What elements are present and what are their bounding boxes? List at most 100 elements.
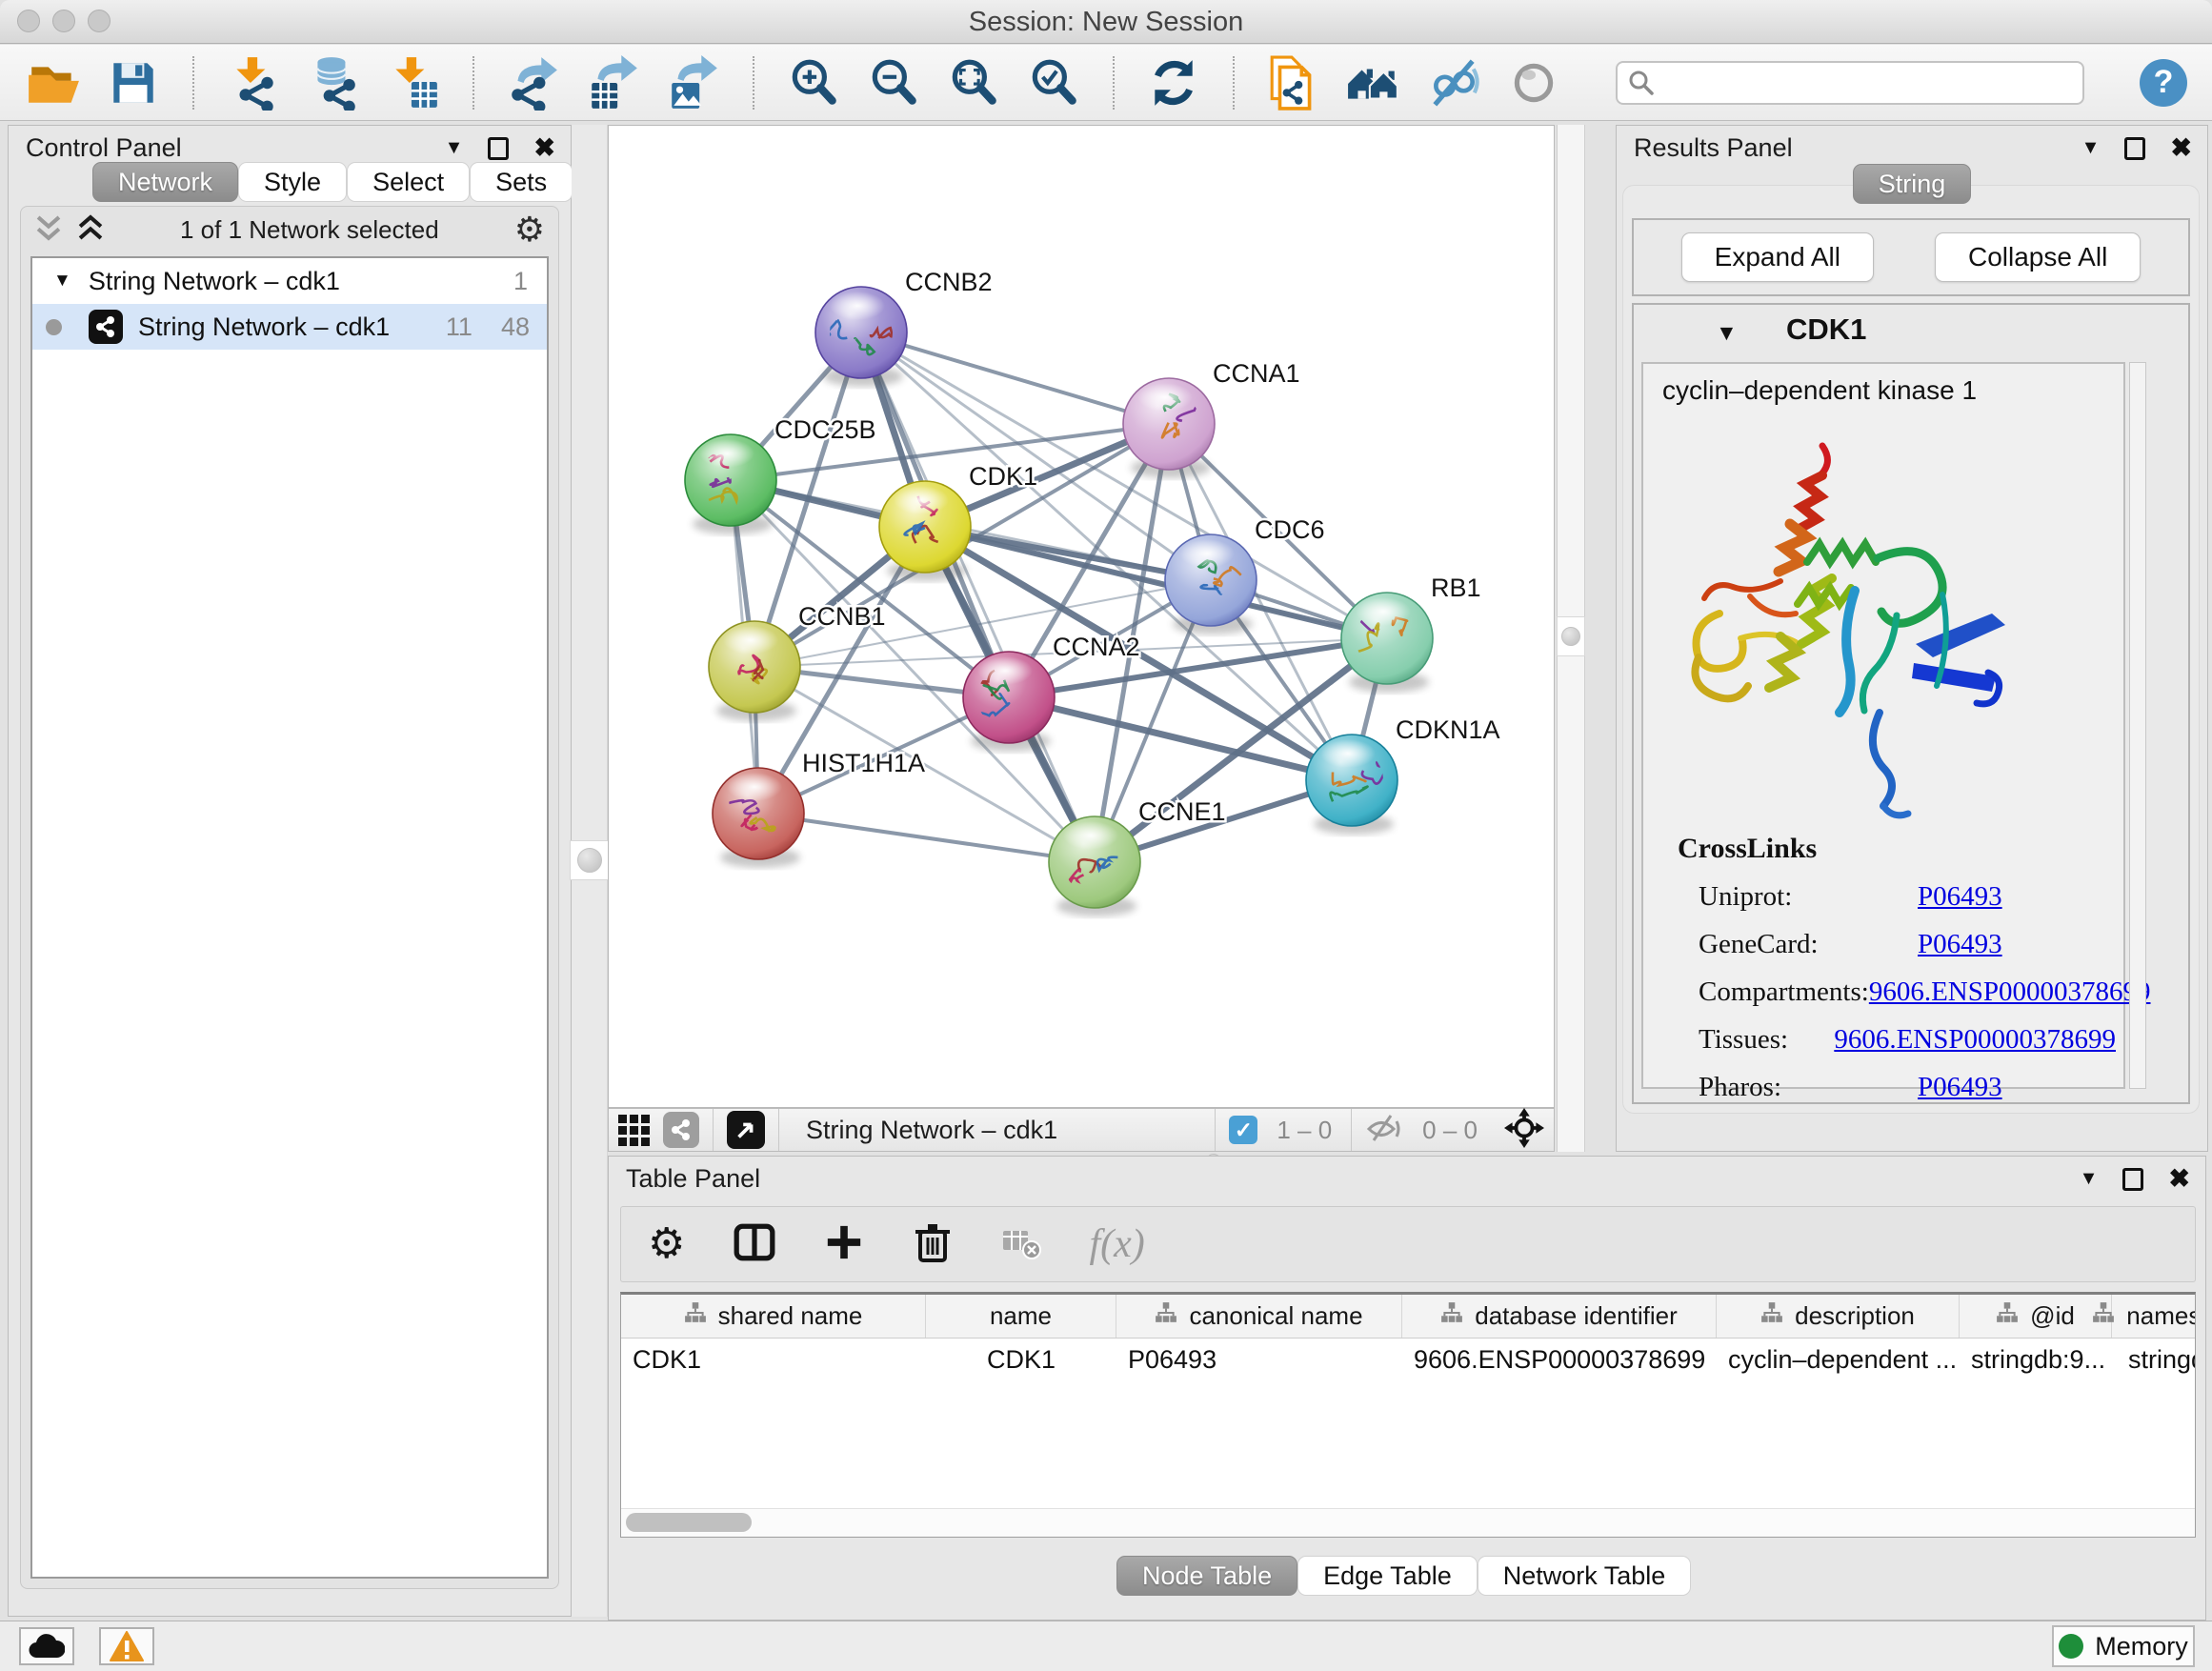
network-node-RB1[interactable]: [1334, 593, 1433, 693]
traffic-lights[interactable]: [17, 10, 111, 32]
expand-all-networks-icon[interactable]: [76, 213, 105, 247]
compartments-link[interactable]: 9606.ENSP00000378699: [1869, 976, 2151, 1008]
import-table-file-icon[interactable]: [385, 54, 442, 111]
scrollbar-thumb[interactable]: [626, 1513, 752, 1532]
tab-string[interactable]: String: [1853, 164, 1972, 204]
right-splitter-handle[interactable]: [1557, 616, 1585, 656]
expand-all-button[interactable]: Expand All: [1681, 232, 1874, 282]
refresh-icon[interactable]: [1145, 54, 1202, 111]
column-header-canonical-name[interactable]: canonical name: [1116, 1295, 1402, 1338]
memory-button[interactable]: Memory: [2052, 1625, 2195, 1667]
save-session-icon[interactable]: [105, 54, 162, 111]
results-scrollbar[interactable]: [2129, 362, 2146, 1089]
left-splitter-handle[interactable]: [570, 840, 610, 880]
show-columns-icon[interactable]: [733, 1220, 776, 1269]
table-horizontal-scrollbar[interactable]: [621, 1508, 2195, 1537]
automation-cloud-button[interactable]: [19, 1627, 74, 1665]
add-column-icon[interactable]: [824, 1222, 864, 1267]
right-splitter[interactable]: [1557, 125, 1585, 1152]
float-panel-icon[interactable]: [488, 137, 509, 160]
tree-expand-caret-icon[interactable]: ▼: [53, 271, 71, 292]
table-row[interactable]: CDK1CDK1P064939606.ENSP00000378699cyclin…: [621, 1339, 2195, 1380]
network-node-CDC25B[interactable]: [685, 434, 776, 534]
network-node-CCNB1[interactable]: [709, 621, 800, 721]
string-home-icon[interactable]: [1345, 54, 1402, 111]
import-network-database-icon[interactable]: [305, 54, 362, 111]
collapse-all-networks-icon[interactable]: [34, 213, 63, 247]
grid-view-icon[interactable]: [618, 1115, 650, 1146]
delete-table-icon[interactable]: [1001, 1223, 1041, 1266]
function-builder-icon[interactable]: f(x): [1089, 1221, 1144, 1267]
export-network-icon[interactable]: [505, 54, 562, 111]
column-header-name[interactable]: name: [926, 1295, 1116, 1338]
collapse-panel-icon[interactable]: ▼: [445, 137, 464, 159]
network-node-CDK1[interactable]: [879, 481, 971, 581]
pan-crosshair-icon[interactable]: [1504, 1108, 1544, 1153]
tab-sets[interactable]: Sets: [470, 162, 573, 202]
open-session-icon[interactable]: [25, 54, 82, 111]
network-node-CCNB2[interactable]: [815, 287, 907, 387]
close-panel-icon[interactable]: ✖: [2170, 133, 2192, 163]
network-row[interactable]: String Network – cdk1 11 48: [32, 304, 547, 350]
close-panel-icon[interactable]: ✖: [2168, 1164, 2190, 1194]
collapse-all-button[interactable]: Collapse All: [1935, 232, 2141, 282]
network-canvas[interactable]: CCNB2CCNA1CDC25BCDK1CDC6RB1CCNB1CCNA2CDK…: [608, 125, 1555, 1108]
minimize-window-button[interactable]: [52, 10, 75, 32]
close-panel-icon[interactable]: ✖: [533, 133, 555, 163]
column-header--id[interactable]: @id: [1960, 1295, 2112, 1338]
zoom-out-icon[interactable]: [865, 54, 922, 111]
network-node-CCNE1[interactable]: [1049, 816, 1140, 916]
tab-edge-table[interactable]: Edge Table: [1297, 1556, 1478, 1596]
export-image-icon[interactable]: [665, 54, 722, 111]
zoom-fit-icon[interactable]: [945, 54, 1002, 111]
import-network-file-icon[interactable]: [225, 54, 282, 111]
left-splitter[interactable]: [572, 125, 608, 1617]
tab-style[interactable]: Style: [238, 162, 347, 202]
network-node-CCNA1[interactable]: [1123, 378, 1215, 478]
network-node-CCNA2[interactable]: [963, 652, 1055, 752]
column-header-shared-name[interactable]: shared name: [621, 1295, 926, 1338]
zoom-in-icon[interactable]: [785, 54, 842, 111]
tab-network-table[interactable]: Network Table: [1478, 1556, 1692, 1596]
table-settings-gear-icon[interactable]: ⚙: [648, 1223, 685, 1265]
export-table-icon[interactable]: [585, 54, 642, 111]
delete-column-icon[interactable]: [912, 1221, 954, 1268]
string-view-icon[interactable]: [663, 1112, 699, 1148]
zoom-window-button[interactable]: [88, 10, 111, 32]
close-window-button[interactable]: [17, 10, 40, 32]
selected-checkbox-icon[interactable]: ✓: [1229, 1116, 1257, 1144]
float-panel-icon[interactable]: [2124, 137, 2145, 160]
tab-select[interactable]: Select: [347, 162, 470, 202]
network-node-CDC6[interactable]: [1165, 534, 1257, 634]
tab-network[interactable]: Network: [92, 162, 238, 202]
collapse-panel-icon[interactable]: ▼: [2081, 137, 2101, 159]
birds-eye-view-icon[interactable]: [727, 1111, 765, 1149]
network-collection-row[interactable]: ▼ String Network – cdk1 1: [32, 258, 547, 304]
help-button[interactable]: ?: [2140, 59, 2187, 107]
network-node-HIST1H1A[interactable]: [713, 768, 804, 868]
gene-section-caret-icon[interactable]: ▼: [1716, 320, 1738, 346]
search-input[interactable]: [1616, 61, 2084, 105]
collapse-panel-icon[interactable]: ▼: [2080, 1168, 2099, 1190]
zoom-selected-icon[interactable]: [1025, 54, 1082, 111]
share-document-icon[interactable]: [1265, 54, 1322, 111]
presentation-sphere-icon[interactable]: [1505, 54, 1562, 111]
tissues-link[interactable]: 9606.ENSP00000378699: [1834, 1024, 2116, 1056]
hide-unhide-icon[interactable]: [1425, 54, 1482, 111]
genecard-link[interactable]: P06493: [1918, 929, 2002, 960]
warnings-button[interactable]: [99, 1627, 154, 1665]
float-panel-icon[interactable]: [2122, 1168, 2143, 1191]
column-header-description[interactable]: description: [1717, 1295, 1960, 1338]
network-options-gear-icon[interactable]: ⚙: [514, 212, 545, 247]
network-edge-HIST1H1A-CCNE1[interactable]: [758, 814, 1095, 862]
network-edge-CCNB2-CCNA1[interactable]: [861, 332, 1169, 424]
network-edge-CCNB2-CCNE1[interactable]: [861, 332, 1095, 862]
uniprot-link[interactable]: P06493: [1918, 881, 2002, 913]
column-header-database-identifier[interactable]: database identifier: [1402, 1295, 1717, 1338]
column-header-namespace[interactable]: namespace: [2112, 1295, 2196, 1338]
tab-node-table[interactable]: Node Table: [1116, 1556, 1297, 1596]
hidden-eye-icon[interactable]: [1365, 1112, 1403, 1149]
pharos-link[interactable]: P06493: [1918, 1072, 2002, 1103]
network-node-CDKN1A[interactable]: [1306, 735, 1398, 835]
cloud-icon: [29, 1633, 65, 1660]
